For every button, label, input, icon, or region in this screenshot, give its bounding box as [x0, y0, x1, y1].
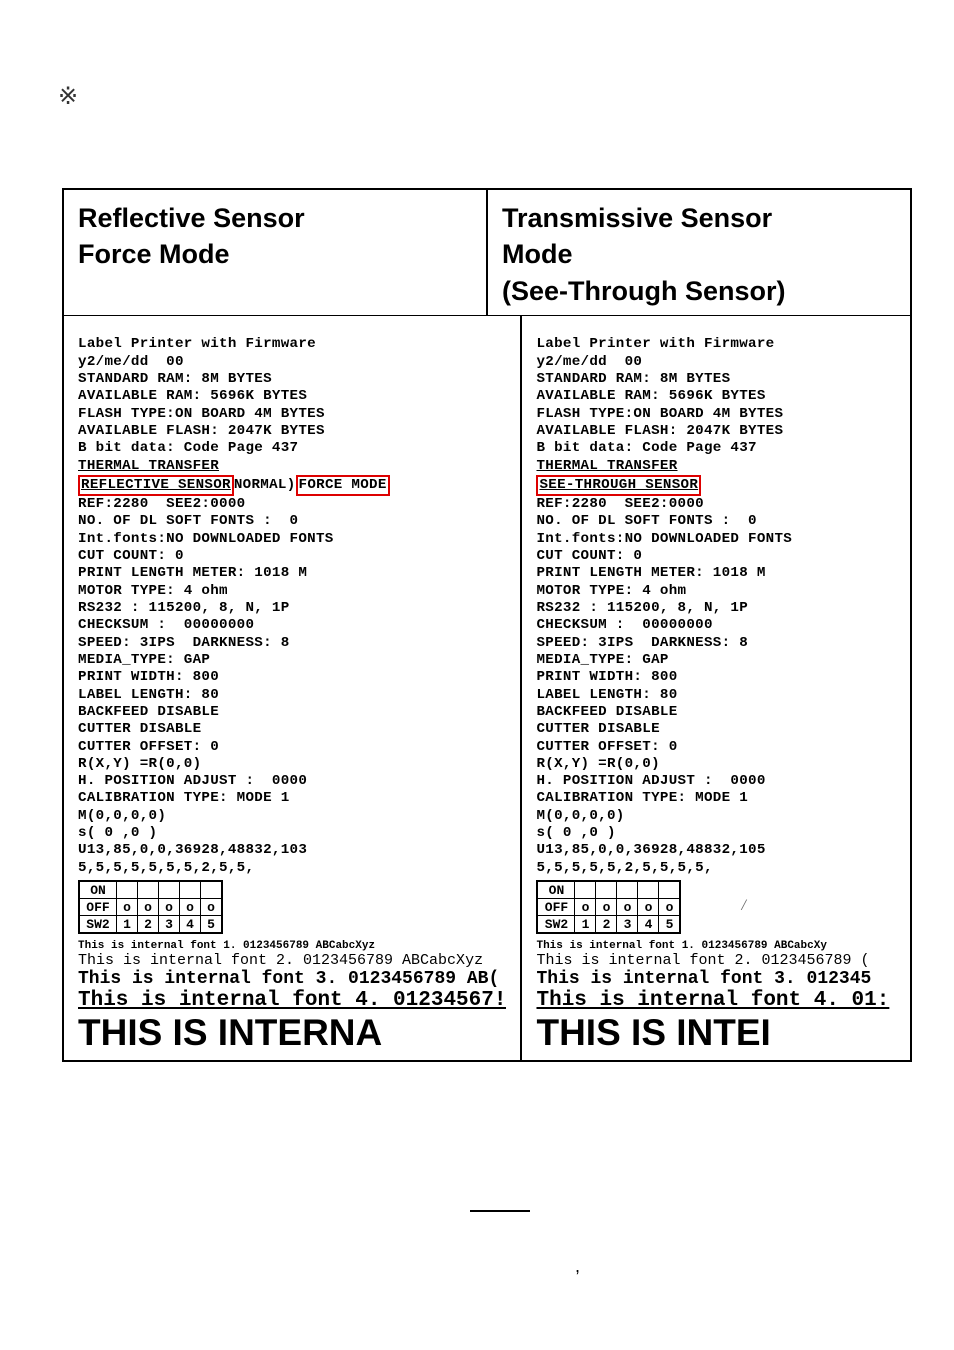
reflective-sensor-highlight: REFLECTIVE SENSOR — [78, 475, 234, 496]
footer-rule — [470, 1210, 530, 1212]
dip-num: 2 — [138, 916, 159, 934]
see-through-sensor-highlight: SEE-THROUGH SENSOR — [536, 475, 701, 496]
dip-num: 2 — [596, 916, 617, 934]
transmissive-dip-switch: ON OFF SW2 1 2 3 4 5 — [536, 880, 681, 934]
font-sample-line: THIS IS INTERNA — [78, 1012, 506, 1054]
side-mark: / — [741, 897, 745, 915]
reference-mark-icon: ※ — [58, 82, 78, 111]
dip-sw2-label: SW2 — [79, 916, 117, 934]
reflective-heading-1: Reflective Sensor — [78, 200, 472, 236]
transmissive-dump: Label Printer with Firmware y2/me/dd 00 … — [536, 326, 896, 877]
transmissive-header-cell: Transmissive Sensor Mode (See-Through Se… — [487, 190, 910, 316]
transmissive-heading-3: (See-Through Sensor) — [502, 273, 896, 309]
font-sample-line: This is internal font 1. 0123456789 ABCa… — [536, 940, 896, 952]
transmissive-heading-2: Mode — [502, 236, 896, 272]
transmissive-heading-1: Transmissive Sensor — [502, 200, 896, 236]
reflective-dump-cell: Label Printer with Firmware y2/me/dd 00 … — [64, 316, 521, 1060]
reflective-header-cell: Reflective Sensor Force Mode — [64, 190, 487, 316]
reflective-dip-switch: ON OFF SW2 1 2 3 4 5 — [78, 880, 223, 934]
reflective-dump: Label Printer with Firmware y2/me/dd 00 … — [78, 326, 506, 877]
font-sample-line: This is internal font 2. 0123456789 ( — [536, 952, 896, 969]
sensor-comparison-table: Reflective Sensor Force Mode Transmissiv… — [62, 188, 912, 1062]
footer-comma: , — [575, 1256, 580, 1277]
dip-sw2-label: SW2 — [537, 916, 575, 934]
font-sample-line: This is internal font 3. 0123456789 AB( — [78, 969, 506, 989]
dip-num: 3 — [617, 916, 638, 934]
dip-off-label: OFF — [79, 899, 117, 916]
transmissive-dump-cell: Label Printer with Firmware y2/me/dd 00 … — [521, 316, 910, 1060]
dip-num: 5 — [659, 916, 681, 934]
dip-num: 1 — [117, 916, 138, 934]
dip-off-label: OFF — [537, 899, 575, 916]
dip-on-label: ON — [79, 881, 117, 899]
font-sample-line: This is internal font 4. 01234567! — [78, 989, 506, 1012]
dip-num: 3 — [159, 916, 180, 934]
font-sample-line: This is internal font 2. 0123456789 ABCa… — [78, 952, 506, 969]
font-sample-line: This is internal font 1. 0123456789 ABCa… — [78, 940, 506, 952]
dip-num: 4 — [638, 916, 659, 934]
dip-num: 1 — [575, 916, 596, 934]
transmissive-font-samples: This is internal font 1. 0123456789 ABCa… — [536, 934, 896, 1054]
reflective-heading-2: Force Mode — [78, 236, 472, 272]
dip-num: 5 — [201, 916, 223, 934]
dip-num: 4 — [180, 916, 201, 934]
reflective-font-samples: This is internal font 1. 0123456789 ABCa… — [78, 934, 506, 1054]
font-sample-line: This is internal font 3. 012345 — [536, 969, 896, 989]
font-sample-line: This is internal font 4. 01: — [536, 989, 896, 1012]
dip-on-label: ON — [537, 881, 575, 899]
force-mode-highlight: FORCE MODE — [296, 475, 390, 496]
font-sample-line: THIS IS INTEI — [536, 1012, 896, 1054]
